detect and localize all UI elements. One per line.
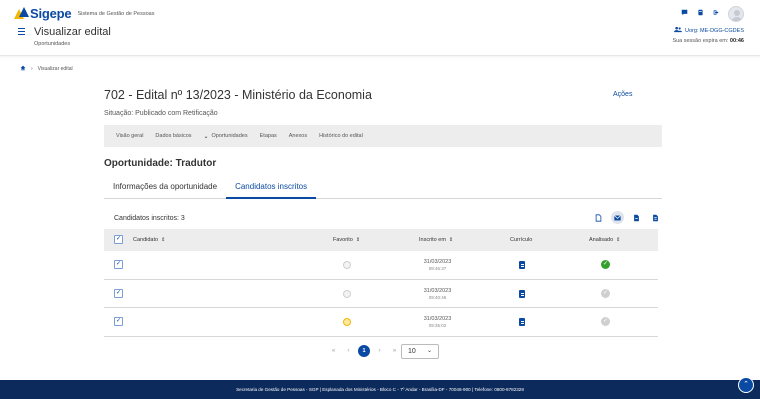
edital-status: Situação: Publicado com Retificação — [104, 110, 218, 117]
home-icon[interactable] — [20, 65, 26, 73]
column-candidato[interactable]: Candidato ⇕ — [133, 237, 165, 243]
subnav-visao-geral[interactable]: Visão geral — [116, 133, 143, 139]
analyzed-check-icon[interactable]: ✓ — [601, 317, 610, 326]
favorite-star-icon[interactable] — [343, 261, 351, 269]
curriculum-file-icon[interactable] — [519, 318, 525, 326]
chat-icon[interactable] — [681, 9, 688, 16]
subnav-etapas[interactable]: Etapas — [260, 133, 277, 139]
column-candidato-label: Candidato — [133, 237, 159, 243]
footer: Secretaria de Gestão de Pessoas - SGP | … — [0, 380, 760, 399]
column-analisado-label: Analisado — [589, 237, 614, 243]
breadcrumb-current: Visualizar edital — [37, 66, 73, 72]
curriculum-file-icon[interactable] — [519, 289, 525, 298]
menu-icon[interactable] — [18, 28, 25, 35]
inscription-date-day: 31/03/2023 — [423, 287, 452, 294]
edital-subnav: Visão geral Dados básicos ⌄ Oportunidade… — [104, 125, 662, 147]
book-icon[interactable] — [697, 9, 704, 16]
inscription-date: 31/03/2023 08:46:37 — [411, 259, 464, 271]
tab-candidatos-inscritos[interactable]: Candidatos inscritos — [226, 176, 317, 199]
edital-title: 702 - Edital nº 13/2023 - Ministério da … — [104, 88, 372, 102]
table-row: ✓ 31/03/2023 08:46:37 ✓ — [104, 251, 658, 280]
uorg-selector[interactable]: Uorg: ME-DGG-CGDES — [674, 26, 744, 35]
prev-page-button[interactable]: ‹ — [341, 348, 356, 354]
candidates-count: Candidatos inscritos: 3 — [114, 215, 185, 222]
subnav-dados-basicos[interactable]: Dados básicos — [155, 133, 191, 139]
file-text-icon[interactable] — [649, 211, 662, 224]
logo-text: Sigepe — [30, 6, 72, 21]
chevron-down-icon: ⌄ — [426, 348, 432, 354]
row-checkbox[interactable]: ✓ — [114, 288, 123, 298]
favorite-star-icon[interactable] — [343, 318, 351, 326]
subnav-oportunidades-label: Oportunidades — [211, 133, 248, 139]
table-header: ✓ Candidato ⇕ Favorito ⇕ Inscrito em ⇕ Curr… — [104, 229, 658, 251]
pagination: « ‹ 1 › » — [326, 345, 402, 357]
chevron-down-icon: ⌄ — [203, 133, 209, 140]
current-page-button[interactable]: 1 — [358, 345, 370, 357]
inscription-date-time: 08:46:37 — [428, 266, 447, 271]
logo-subtitle: Sistema de Gestão de Pessoas — [77, 10, 155, 17]
session-timer: Sua sessão expira em: 00:46 — [672, 38, 744, 44]
sort-icon: ⇕ — [355, 237, 361, 243]
inscription-date: 31/03/2023 09:40:46 — [411, 288, 464, 300]
logout-icon[interactable] — [713, 9, 720, 16]
subnav-anexos[interactable]: Anexos — [289, 133, 307, 139]
row-checkbox[interactable]: ✓ — [114, 317, 123, 326]
header-icons — [681, 9, 720, 16]
opportunity-tabs: Informações da oportunidade Candidatos i… — [104, 176, 662, 199]
column-curriculo: Currículo — [510, 237, 533, 243]
sort-icon: ⇕ — [616, 237, 621, 243]
top-header: Sigepe Sistema de Gestão de Pessoas Visu… — [0, 0, 760, 56]
column-inscrito-em[interactable]: Inscrito em ⇕ — [419, 237, 453, 243]
curriculum-file-icon[interactable] — [519, 261, 525, 269]
page-size-select[interactable]: 10 ⌄ — [401, 344, 439, 359]
page-size-value: 10 — [408, 348, 416, 355]
opportunity-title: Oportunidade: Tradutor — [104, 158, 217, 169]
breadcrumb: › Visualizar edital — [20, 65, 73, 73]
chevron-up-icon: ⌃ — [743, 381, 749, 388]
chevron-right-icon: › — [31, 66, 33, 72]
page-title: Visualizar edital — [34, 26, 111, 38]
row-checkbox[interactable]: ✓ — [114, 260, 123, 269]
analyzed-check-icon[interactable]: ✓ — [601, 260, 610, 269]
uorg-label: Uorg: ME-DGG-CGDES — [685, 27, 744, 34]
inscription-date: 31/03/2023 09:35:02 — [411, 316, 464, 328]
sigepe-logo[interactable]: Sigepe Sistema de Gestão de Pessoas — [14, 6, 154, 21]
table-actions — [592, 211, 662, 224]
table-row: ✓ 31/03/2023 09:35:02 ✓ — [104, 308, 658, 337]
actions-menu-button[interactable]: Ações — [613, 91, 632, 98]
session-time: 00:46 — [729, 38, 744, 44]
inscription-date-day: 31/03/2023 — [423, 316, 452, 322]
analyzed-check-icon[interactable]: ✓ — [601, 288, 610, 298]
session-label: Sua sessão expira em: — [672, 38, 729, 44]
sort-icon: ⇕ — [448, 237, 454, 243]
users-icon — [674, 26, 683, 35]
page-subtitle: Oportunidades — [34, 41, 71, 47]
candidates-table: ✓ Candidato ⇕ Favorito ⇕ Inscrito em ⇕ Curr… — [104, 229, 658, 337]
next-page-button[interactable]: › — [372, 348, 387, 354]
sort-icon: ⇕ — [161, 237, 166, 243]
subnav-oportunidades[interactable]: ⌄ Oportunidades — [204, 133, 248, 140]
email-icon[interactable] — [611, 211, 624, 224]
tab-informacoes[interactable]: Informações da oportunidade — [104, 176, 226, 199]
column-inscrito-em-label: Inscrito em — [419, 237, 446, 243]
inscription-date-day: 31/03/2023 — [423, 259, 452, 265]
inscription-date-time: 09:35:02 — [428, 323, 447, 328]
user-avatar[interactable] — [728, 6, 744, 22]
column-analisado[interactable]: Analisado ⇕ — [589, 237, 620, 243]
select-all-checkbox[interactable]: ✓ — [114, 235, 123, 244]
column-favorito[interactable]: Favorito ⇕ — [333, 237, 360, 243]
sigepe-logo-mark-icon — [14, 7, 29, 20]
favorite-star-icon[interactable] — [343, 289, 351, 298]
last-page-button[interactable]: » — [387, 348, 402, 354]
column-favorito-label: Favorito — [333, 237, 353, 243]
table-row: ✓ 31/03/2023 09:40:46 ✓ — [104, 280, 658, 308]
subnav-historico[interactable]: Histórico do edital — [319, 133, 363, 139]
file-icon[interactable] — [592, 211, 605, 224]
file-export-icon[interactable] — [630, 211, 643, 224]
inscription-date-time: 09:40:46 — [428, 294, 447, 300]
back-to-top-button[interactable]: ⌃ — [738, 377, 754, 393]
first-page-button[interactable]: « — [326, 348, 341, 354]
